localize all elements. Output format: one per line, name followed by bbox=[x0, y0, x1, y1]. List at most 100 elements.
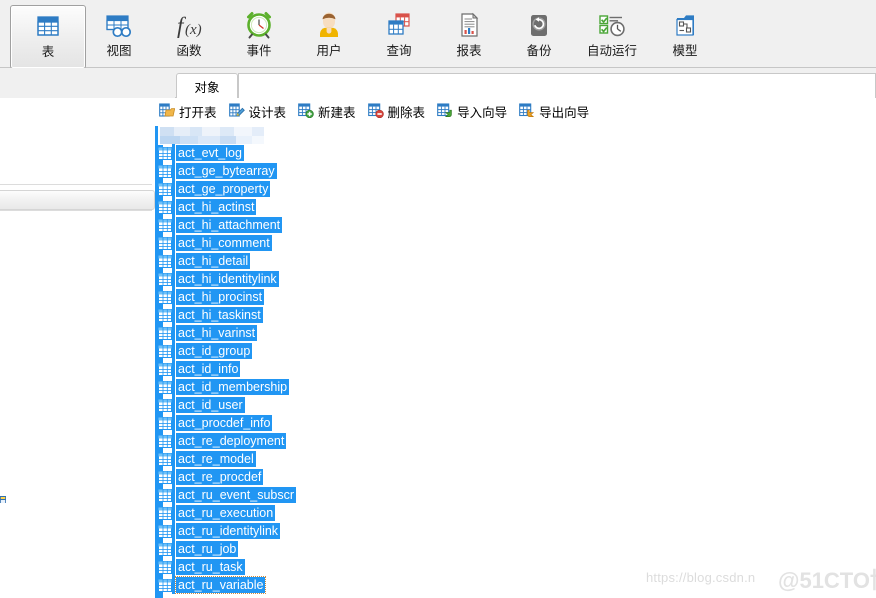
table-list-item[interactable]: act_ru_variable bbox=[155, 576, 455, 594]
function-fx-icon: f (x) bbox=[172, 8, 206, 42]
ribbon-item-user[interactable]: 用户 bbox=[296, 5, 362, 65]
selection-band bbox=[172, 234, 175, 252]
table-list-item[interactable]: act_re_deployment bbox=[155, 432, 455, 450]
ribbon-item-label: 用户 bbox=[316, 44, 342, 58]
view-icon bbox=[103, 8, 135, 42]
ribbon-item-backup[interactable]: 备份 bbox=[506, 5, 572, 65]
table-list-item[interactable]: act_evt_log bbox=[155, 144, 455, 162]
table-list-item[interactable]: act_hi_detail bbox=[155, 252, 455, 270]
ribbon-item-automation[interactable]: 自动运行 bbox=[572, 5, 652, 65]
export-wizard-button[interactable]: 导出向导 bbox=[515, 101, 593, 123]
table-list-item[interactable]: act_id_info bbox=[155, 360, 455, 378]
ribbon-item-report[interactable]: 报表 bbox=[436, 5, 502, 65]
table-list-item[interactable]: act_hi_varinst bbox=[155, 324, 455, 342]
table-list-item[interactable]: act_ru_task bbox=[155, 558, 455, 576]
table-list-item[interactable]: act_id_user bbox=[155, 396, 455, 414]
table-row-icon bbox=[158, 488, 172, 502]
table-list-item[interactable]: act_ru_execution bbox=[155, 504, 455, 522]
ribbon-item-label: 事件 bbox=[246, 44, 272, 58]
table-list-item[interactable]: act_hi_comment bbox=[155, 234, 455, 252]
watermark-url: https://blog.csdn.n bbox=[646, 570, 756, 585]
table-row-icon bbox=[158, 146, 172, 160]
table-name-label: act_ru_task bbox=[176, 559, 245, 575]
delete-table-button[interactable]: 删除表 bbox=[364, 101, 430, 123]
left-panel-divider-top bbox=[0, 184, 152, 185]
table-list-item[interactable]: act_hi_procinst bbox=[155, 288, 455, 306]
watermark-brand: @51CTO博客 bbox=[778, 568, 876, 593]
selection-band bbox=[172, 162, 175, 180]
table-list-item[interactable]: act_re_model bbox=[155, 450, 455, 468]
ribbon-item-view[interactable]: 视图 bbox=[86, 5, 152, 65]
table-name-label: act_hi_identitylink bbox=[176, 271, 279, 287]
ribbon-item-function[interactable]: f (x) 函数 bbox=[156, 5, 222, 65]
selection-band bbox=[172, 414, 175, 432]
left-panel-divider-bottom bbox=[0, 210, 152, 211]
table-name-label: act_id_group bbox=[176, 343, 253, 359]
selection-band bbox=[172, 198, 175, 216]
main-ribbon: 表 视图 f (x) 函数 事件 用户 查询 报表 备份 自动运行 模型 bbox=[0, 0, 876, 69]
query-icon bbox=[384, 8, 414, 42]
table-list-item[interactable]: act_ge_property bbox=[155, 180, 455, 198]
ribbon-item-label: 查询 bbox=[386, 44, 412, 58]
selection-band bbox=[172, 342, 175, 360]
table-row-icon bbox=[158, 308, 172, 322]
selection-band bbox=[172, 522, 175, 540]
left-panel bbox=[0, 98, 155, 598]
table-icon bbox=[33, 9, 63, 43]
ribbon-item-label: 函数 bbox=[176, 44, 202, 58]
import-wizard-label: 导入向导 bbox=[457, 106, 508, 120]
table-name-label: act_procdef_info bbox=[176, 415, 273, 431]
table-row-icon bbox=[158, 200, 172, 214]
selection-band bbox=[172, 324, 175, 342]
tab-content-area bbox=[238, 73, 876, 98]
design-table-button[interactable]: 设计表 bbox=[225, 101, 291, 123]
table-name-label: act_ru_event_subscr bbox=[176, 487, 297, 503]
table-row-icon bbox=[158, 326, 172, 340]
design-table-label: 设计表 bbox=[248, 106, 287, 120]
backup-icon bbox=[524, 8, 554, 42]
table-row-icon bbox=[158, 380, 172, 394]
ribbon-item-model[interactable]: 模型 bbox=[652, 5, 718, 65]
selection-band bbox=[172, 576, 175, 594]
ribbon-item-table[interactable]: 表 bbox=[10, 5, 86, 69]
design-table-icon bbox=[228, 102, 245, 121]
table-list-item[interactable]: act_re_procdef bbox=[155, 468, 455, 486]
tab-object[interactable]: 对象 bbox=[176, 73, 238, 98]
ribbon-item-label: 备份 bbox=[526, 44, 552, 58]
table-list-item[interactable]: act_hi_identitylink bbox=[155, 270, 455, 288]
edge-fragment-icon bbox=[0, 494, 6, 503]
table-list-item[interactable]: act_ge_bytearray bbox=[155, 162, 455, 180]
table-list-item[interactable]: act_id_group bbox=[155, 342, 455, 360]
selection-band bbox=[172, 540, 175, 558]
user-icon bbox=[314, 8, 344, 42]
censored-row bbox=[158, 126, 266, 145]
table-name-label: act_ru_identitylink bbox=[176, 523, 281, 539]
selection-band bbox=[172, 360, 175, 378]
table-row-icon bbox=[158, 452, 172, 466]
table-name-label: act_ru_variable bbox=[174, 576, 267, 594]
table-list-item[interactable]: act_ru_identitylink bbox=[155, 522, 455, 540]
table-list-item[interactable]: act_hi_actinst bbox=[155, 198, 455, 216]
new-table-label: 新建表 bbox=[318, 106, 356, 120]
selection-band bbox=[172, 180, 175, 198]
open-table-button[interactable]: 打开表 bbox=[155, 101, 221, 123]
table-name-label: act_ge_property bbox=[176, 181, 271, 197]
open-table-icon bbox=[159, 102, 176, 121]
ribbon-item-event[interactable]: 事件 bbox=[226, 5, 292, 65]
table-list-item[interactable]: act_hi_taskinst bbox=[155, 306, 455, 324]
ribbon-item-query[interactable]: 查询 bbox=[366, 5, 432, 65]
table-name-label: act_id_membership bbox=[176, 379, 290, 395]
table-list-item[interactable]: act_ru_event_subscr bbox=[155, 486, 455, 504]
table-list-item[interactable]: act_id_membership bbox=[155, 378, 455, 396]
table-name-label: act_hi_taskinst bbox=[176, 307, 263, 323]
new-table-button[interactable]: 新建表 bbox=[294, 101, 360, 123]
import-wizard-button[interactable]: 导入向导 bbox=[433, 101, 511, 123]
table-list-item[interactable]: act_ru_job bbox=[155, 540, 455, 558]
selection-band bbox=[172, 396, 175, 414]
table-list-item[interactable]: act_procdef_info bbox=[155, 414, 455, 432]
table-row-icon bbox=[158, 272, 172, 286]
ribbon-item-label: 报表 bbox=[456, 44, 482, 58]
table-list-item[interactable]: act_hi_attachment bbox=[155, 216, 455, 234]
selection-band bbox=[172, 306, 175, 324]
table-name-label: act_re_procdef bbox=[176, 469, 264, 485]
